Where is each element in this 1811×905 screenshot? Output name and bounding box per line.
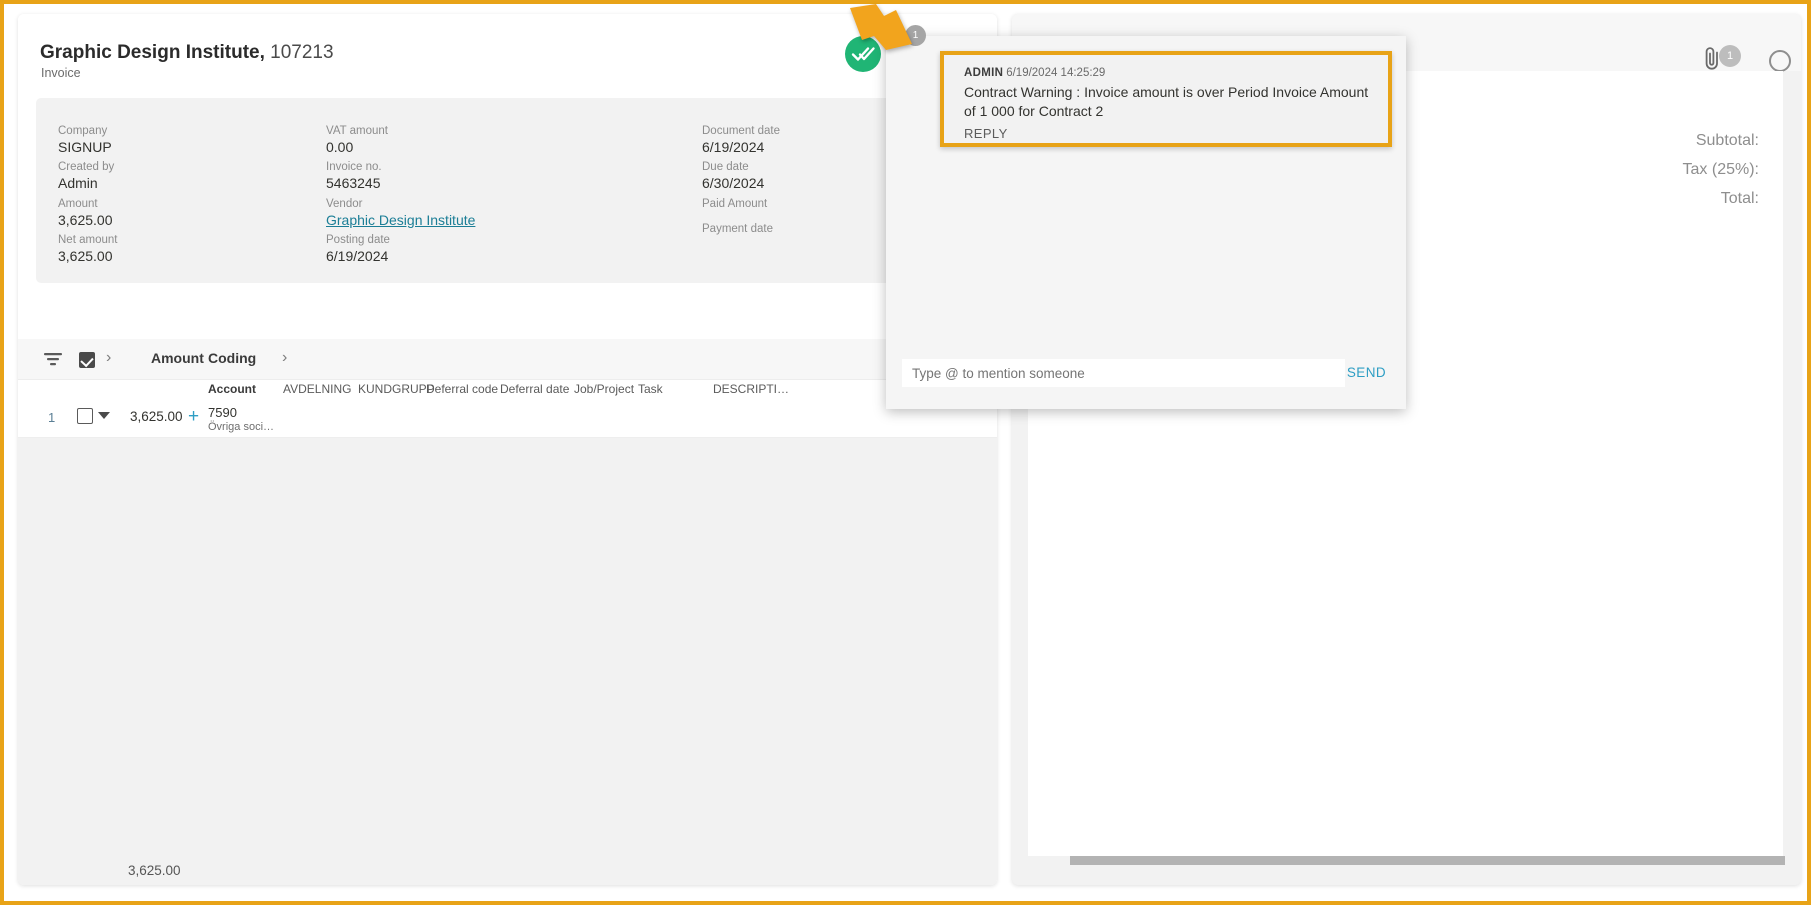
- document-scrollbar-thumb[interactable]: [1070, 856, 1785, 865]
- plus-icon[interactable]: +: [188, 407, 199, 426]
- field-label: Amount: [58, 198, 98, 210]
- field-label: Document date: [702, 125, 780, 137]
- field-value: 0.00: [326, 139, 354, 155]
- field-value: 3,625.00: [58, 248, 113, 264]
- field-label: Posting date: [326, 234, 390, 246]
- col-avdelning: AVDELNING: [283, 382, 352, 396]
- vendor-name-title: Graphic Design Institute,: [40, 42, 265, 63]
- col-account: Account: [208, 382, 256, 396]
- chevron-right-icon-coding[interactable]: ›: [282, 349, 287, 367]
- coding-column-headers: Account AVDELNING KUNDGRUPP Deferral cod…: [18, 380, 997, 404]
- chevron-right-icon[interactable]: ›: [106, 349, 111, 367]
- field-value: Admin: [58, 175, 98, 191]
- comment-compose-area: SEND: [886, 347, 1406, 409]
- field-value: 3,625.00: [58, 212, 113, 228]
- field-value: 6/30/2024: [702, 175, 765, 191]
- total-label: Total:: [1720, 190, 1759, 207]
- cursor-pointer-icon: [846, 2, 918, 54]
- field-company: Company SIGNUP: [58, 124, 112, 157]
- field-label: VAT amount: [326, 125, 389, 137]
- comment-reply-button[interactable]: REPLY: [964, 126, 1008, 141]
- comment-meta: ADMIN 6/19/2024 14:25:29: [964, 67, 1105, 79]
- comment-timestamp: 6/19/2024 14:25:29: [1006, 67, 1106, 79]
- attachment-count-badge: 1: [1719, 45, 1741, 67]
- coding-footer: 3,625.00: [18, 861, 997, 885]
- field-payment-date: Payment date: [702, 222, 773, 236]
- field-value: SIGNUP: [58, 139, 112, 155]
- row-account-code: 7590: [208, 405, 237, 420]
- document-totals: Subtotal: Tax (25%): Total:: [1683, 126, 1759, 213]
- comment-highlighted-card[interactable]: ADMIN 6/19/2024 14:25:29 Contract Warning…: [940, 51, 1392, 147]
- field-vendor: Vendor Graphic Design Institute: [326, 197, 475, 230]
- field-created-by: Created by Admin: [58, 160, 114, 193]
- app-root: Graphic Design Institute, 107213 Invoice…: [0, 0, 1811, 905]
- row-number: 1: [48, 410, 56, 425]
- field-vat-amount: VAT amount 0.00: [326, 124, 388, 157]
- field-net-amount: Net amount 3,625.00: [58, 233, 117, 266]
- row-checkbox[interactable]: [77, 408, 93, 424]
- col-job-project: Job/Project: [574, 382, 635, 396]
- column-header-amount: Amount: [151, 350, 204, 366]
- col-kundgrupp: KUNDGRUPP: [358, 382, 435, 396]
- col-description: DESCRIPTI…: [713, 382, 790, 396]
- invoice-card: Graphic Design Institute, 107213 Invoice…: [18, 14, 997, 885]
- subtotal-label: Subtotal:: [1695, 132, 1759, 149]
- field-invoice-no: Invoice no. 5463245: [326, 160, 382, 193]
- circle-icon[interactable]: [1769, 50, 1791, 72]
- field-value: 6/19/2024: [702, 139, 765, 155]
- select-all-checkbox[interactable]: [79, 352, 95, 368]
- invoice-info-panel: Company SIGNUP Created by Admin Amount 3…: [36, 98, 981, 283]
- table-row[interactable]: 1 3,625.00 + 7590 Övriga soci…: [18, 404, 997, 438]
- row-amount: 3,625.00: [130, 409, 183, 424]
- field-due-date: Due date 6/30/2024: [702, 160, 764, 193]
- field-posting-date: Posting date 6/19/2024: [326, 233, 390, 266]
- comment-author: ADMIN: [964, 67, 1004, 79]
- field-label: Created by: [58, 161, 115, 173]
- col-deferral-code: Deferral code: [426, 382, 499, 396]
- tax-label: Tax (25%):: [1682, 161, 1759, 178]
- vendor-link[interactable]: Graphic Design Institute: [326, 211, 475, 230]
- row-account-description: Övriga soci…: [208, 421, 275, 433]
- page-title: Graphic Design Institute, 107213: [40, 42, 334, 64]
- field-paid-amount: Paid Amount: [702, 197, 767, 211]
- comment-input[interactable]: [902, 359, 1345, 387]
- field-label: Paid Amount: [702, 198, 768, 210]
- field-label: Due date: [702, 161, 749, 173]
- document-type-label: Invoice: [41, 66, 81, 80]
- field-value: 5463245: [326, 175, 381, 191]
- field-label: Company: [58, 125, 108, 137]
- footer-total-amount: 3,625.00: [128, 863, 181, 878]
- field-label: Invoice no.: [326, 161, 382, 173]
- col-deferral-date: Deferral date: [500, 382, 570, 396]
- comment-text: Contract Warning : Invoice amount is ove…: [964, 84, 1369, 119]
- coding-toolbar: › Amount Coding ›: [18, 339, 997, 380]
- field-value: 6/19/2024: [326, 248, 389, 264]
- coding-grid-empty-area: [18, 438, 997, 861]
- row-expand-caret-icon[interactable]: [98, 412, 110, 419]
- filter-icon[interactable]: [42, 351, 64, 369]
- field-document-date: Document date 6/19/2024: [702, 124, 780, 157]
- comments-popup: ADMIN 6/19/2024 14:25:29 Contract Warning…: [886, 36, 1406, 409]
- column-header-coding: Coding: [208, 350, 257, 366]
- document-number: 107213: [270, 42, 334, 63]
- field-label: Payment date: [702, 223, 773, 235]
- col-task: Task: [638, 382, 663, 396]
- field-label: Net amount: [58, 234, 118, 246]
- field-amount: Amount 3,625.00: [58, 197, 113, 230]
- send-button[interactable]: SEND: [1347, 365, 1386, 380]
- field-label: Vendor: [326, 198, 363, 210]
